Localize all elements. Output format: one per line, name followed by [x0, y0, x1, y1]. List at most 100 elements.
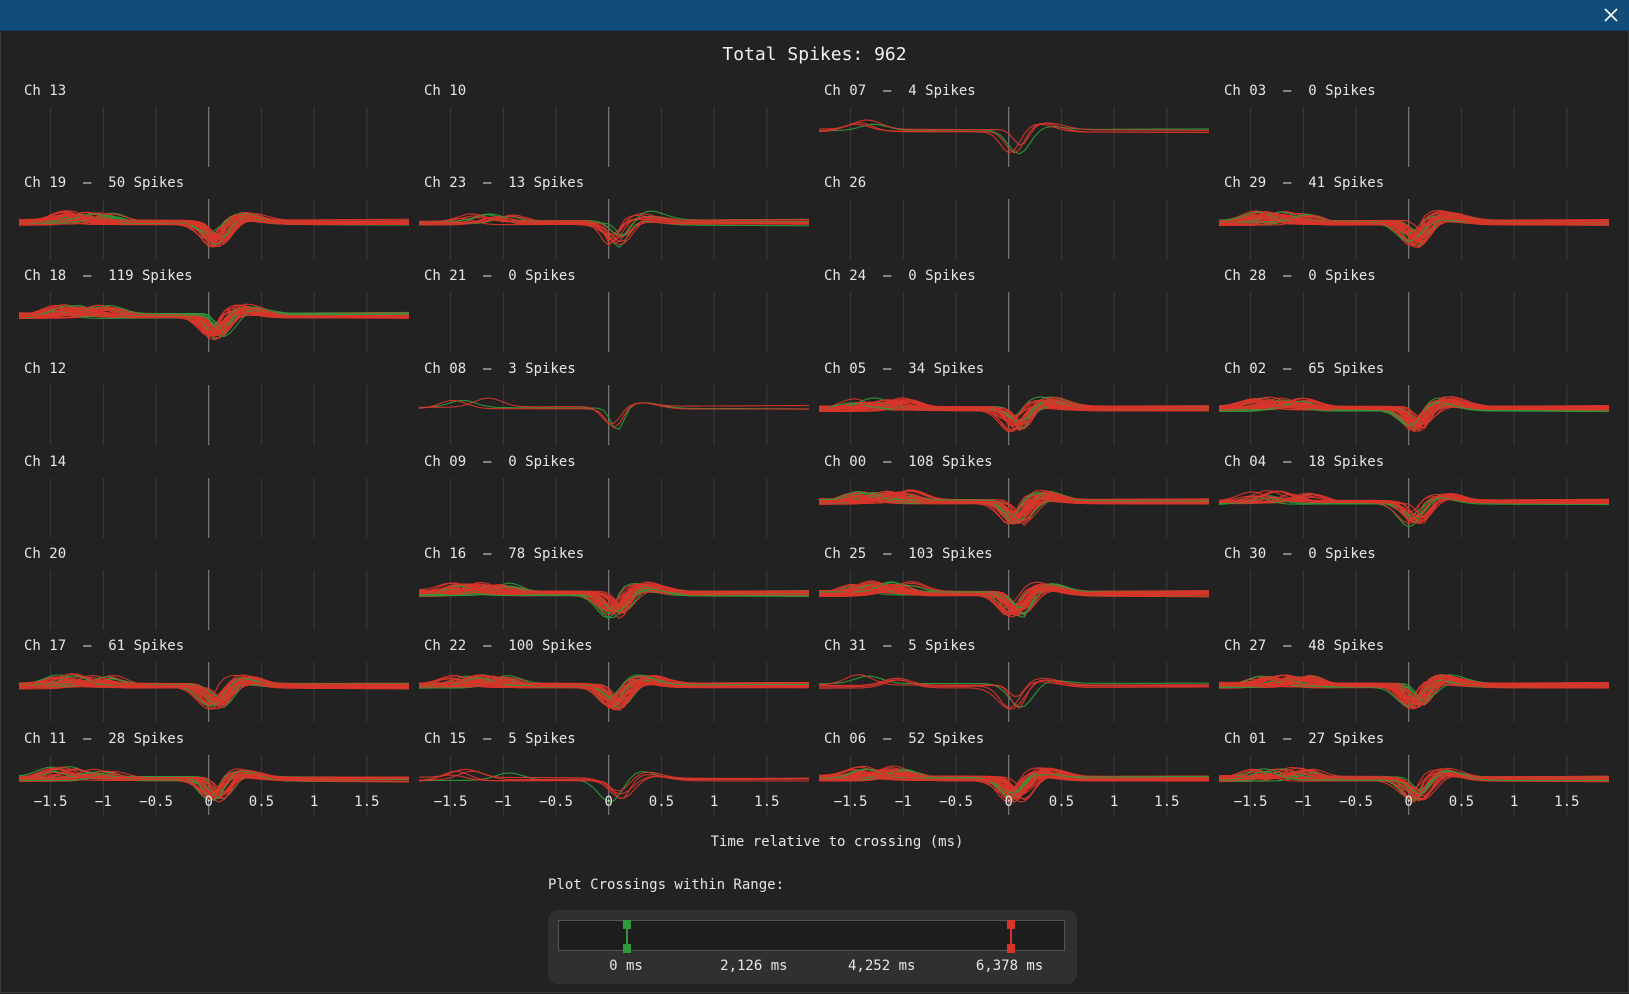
range-start-handle[interactable]	[622, 920, 632, 953]
x-tick-label: 0	[604, 794, 613, 810]
channel-label: Ch 10	[424, 83, 467, 99]
channel-label: Ch 11 – 28 Spikes	[24, 731, 185, 747]
channel-plot	[850, 292, 1168, 352]
x-tick-label: 0.5	[1448, 794, 1475, 810]
channel-label: Ch 26	[824, 175, 867, 191]
channel-plot	[818, 570, 1210, 630]
range-tick-label: 6,378 ms	[975, 958, 1044, 974]
channel-label: Ch 27 – 48 Spikes	[1224, 638, 1385, 654]
channel-plot	[818, 107, 1210, 167]
channel-plot	[450, 478, 768, 538]
channel-label: Ch 07 – 4 Spikes	[824, 83, 976, 99]
x-tick-label: −0.5	[139, 794, 173, 810]
spike-waveform	[419, 399, 809, 430]
channel-label: Ch 25 – 103 Spikes	[824, 546, 993, 562]
channel-label: Ch 08 – 3 Spikes	[424, 361, 576, 377]
x-tick-label: 0.5	[1048, 794, 1075, 810]
channel-plot	[18, 755, 410, 815]
range-selector: 0 ms 2,126 ms 4,252 ms 6,378 ms	[548, 910, 1077, 984]
channel-plot	[18, 199, 410, 259]
channel-label: Ch 22 – 100 Spikes	[424, 638, 593, 654]
x-tick-label: −0.5	[539, 794, 573, 810]
x-tick-label: 0	[1004, 794, 1013, 810]
x-tick-label: 1.5	[354, 794, 380, 810]
channel-plot	[1250, 292, 1568, 352]
x-tick-label: 0.5	[248, 794, 275, 810]
channel-label: Ch 09 – 0 Spikes	[424, 454, 576, 470]
channel-plot	[1218, 755, 1610, 815]
channel-label: Ch 01 – 27 Spikes	[1224, 731, 1385, 747]
channel-plot	[418, 662, 810, 722]
x-tick-label: −1	[1294, 794, 1312, 810]
channel-plot	[1218, 385, 1610, 445]
channel-label: Ch 06 – 52 Spikes	[824, 731, 985, 747]
channel-label: Ch 00 – 108 Spikes	[824, 454, 993, 470]
channel-label: Ch 05 – 34 Spikes	[824, 361, 985, 377]
channel-plot	[850, 199, 1168, 259]
range-track[interactable]	[558, 920, 1065, 953]
x-tick-label: −1	[894, 794, 912, 810]
spike-waveform	[818, 122, 1210, 154]
channel-label: Ch 23 – 13 Spikes	[424, 175, 585, 191]
channel-plot	[50, 385, 368, 445]
channel-plot	[18, 662, 410, 722]
channel-label: Ch 28 – 0 Spikes	[1224, 268, 1376, 284]
x-tick-label: 1.5	[1154, 794, 1180, 810]
range-end-handle[interactable]	[1006, 920, 1016, 953]
channel-label: Ch 02 – 65 Spikes	[1224, 361, 1385, 377]
x-tick-label: 1.5	[754, 794, 780, 810]
channel-label: Ch 13	[24, 83, 67, 99]
x-tick-label: −1.5	[433, 794, 468, 810]
x-tick-label: −1	[94, 794, 112, 810]
spike-waveform	[419, 397, 810, 425]
range-tick-label: 2,126 ms	[720, 958, 788, 974]
channel-plot	[1218, 199, 1610, 259]
channel-label: Ch 16 – 78 Spikes	[424, 546, 585, 562]
channel-label: Ch 20	[24, 546, 67, 562]
channel-plot	[1218, 478, 1610, 538]
x-tick-label: −0.5	[939, 794, 973, 810]
channel-plot	[418, 199, 810, 259]
x-axis-label: Time relative to crossing (ms)	[710, 834, 964, 850]
channel-plot	[1218, 662, 1610, 722]
x-tick-label: 1.5	[1554, 794, 1580, 810]
channel-plot	[818, 755, 1210, 815]
channel-label: Ch 14	[24, 454, 67, 470]
channel-plot	[50, 570, 368, 630]
channel-plot	[50, 478, 368, 538]
channel-label: Ch 30 – 0 Spikes	[1224, 546, 1376, 562]
channel-plot	[818, 662, 1209, 722]
x-tick-label: 0.5	[648, 794, 675, 810]
range-tick-label: 0 ms	[609, 958, 643, 974]
range-label: Plot Crossings within Range:	[548, 877, 785, 893]
channel-label: Ch 18 – 119 Spikes	[24, 268, 193, 284]
x-tick-label: 1	[1509, 794, 1519, 810]
channel-plot	[818, 478, 1210, 538]
channel-plot	[450, 107, 768, 167]
channel-label: Ch 17 – 61 Spikes	[24, 638, 185, 654]
x-tick-label: −1	[494, 794, 512, 810]
x-tick-label: −1.5	[1233, 794, 1268, 810]
spike-waveform	[419, 768, 809, 799]
channel-plot	[1250, 570, 1568, 630]
x-tick-label: 0	[1404, 794, 1413, 810]
channel-plot	[450, 292, 768, 352]
channel-plot	[1250, 107, 1568, 167]
channel-plot	[818, 385, 1210, 445]
channel-label: Ch 19 – 50 Spikes	[24, 175, 185, 191]
channel-plot	[418, 385, 810, 445]
channel-label: Ch 24 – 0 Spikes	[824, 268, 976, 284]
channel-label: Ch 15 – 5 Spikes	[424, 731, 576, 747]
x-tick-label: −1.5	[33, 794, 68, 810]
channel-label: Ch 12	[24, 361, 67, 377]
channel-label: Ch 21 – 0 Spikes	[424, 268, 576, 284]
channel-label: Ch 31 – 5 Spikes	[824, 638, 976, 654]
range-tick-label: 4,252 ms	[848, 958, 916, 974]
channel-plot	[418, 755, 810, 815]
x-tick-label: 0	[204, 794, 213, 810]
x-tick-label: 1	[1109, 794, 1119, 810]
x-tick-label: −1.5	[833, 794, 868, 810]
x-tick-label: 1	[309, 794, 319, 810]
channel-plot	[418, 570, 810, 630]
channel-label: Ch 29 – 41 Spikes	[1224, 175, 1385, 191]
